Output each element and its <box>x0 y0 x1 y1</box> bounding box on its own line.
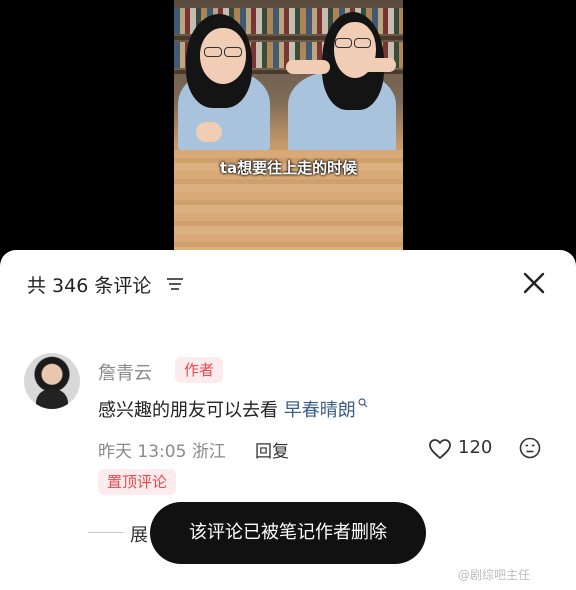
toast-message: 该评论已被笔记作者删除 <box>150 502 426 564</box>
video-player[interactable]: ta想要往上走的时候 <box>174 0 403 250</box>
comment-link[interactable]: 早春晴朗 <box>284 398 368 421</box>
comments-count-title: 共 346 条评论 <box>27 275 152 297</box>
video-subtitle: ta想要往上走的时候 <box>219 159 358 177</box>
watermark: @剧综吧主任 <box>458 568 531 582</box>
comment-body: 感兴趣的朋友可以去看 <box>98 400 278 421</box>
comment-link-text[interactable]: 早春晴朗 <box>284 400 356 421</box>
emoji-icon[interactable] <box>519 437 541 459</box>
expand-replies-button[interactable]: 展 <box>130 521 148 547</box>
comment-text: 感兴趣的朋友可以去看 早春晴朗 <box>98 396 368 422</box>
like-count: 120 <box>458 437 493 458</box>
avatar[interactable] <box>24 353 80 409</box>
comment-time: 昨天 13:05 <box>98 442 187 462</box>
sort-icon[interactable] <box>166 276 184 292</box>
comment-username[interactable]: 詹青云 <box>98 359 152 385</box>
expand-divider <box>88 532 124 533</box>
search-icon <box>358 398 368 408</box>
author-badge: 作者 <box>175 357 224 383</box>
heart-icon[interactable] <box>428 438 452 460</box>
close-icon[interactable] <box>522 271 546 295</box>
pinned-badge: 置顶评论 <box>98 469 177 495</box>
comment-meta: 昨天 13:05 浙江 <box>98 437 226 462</box>
comment-location: 浙江 <box>191 442 226 462</box>
reply-button[interactable]: 回复 <box>255 437 289 462</box>
